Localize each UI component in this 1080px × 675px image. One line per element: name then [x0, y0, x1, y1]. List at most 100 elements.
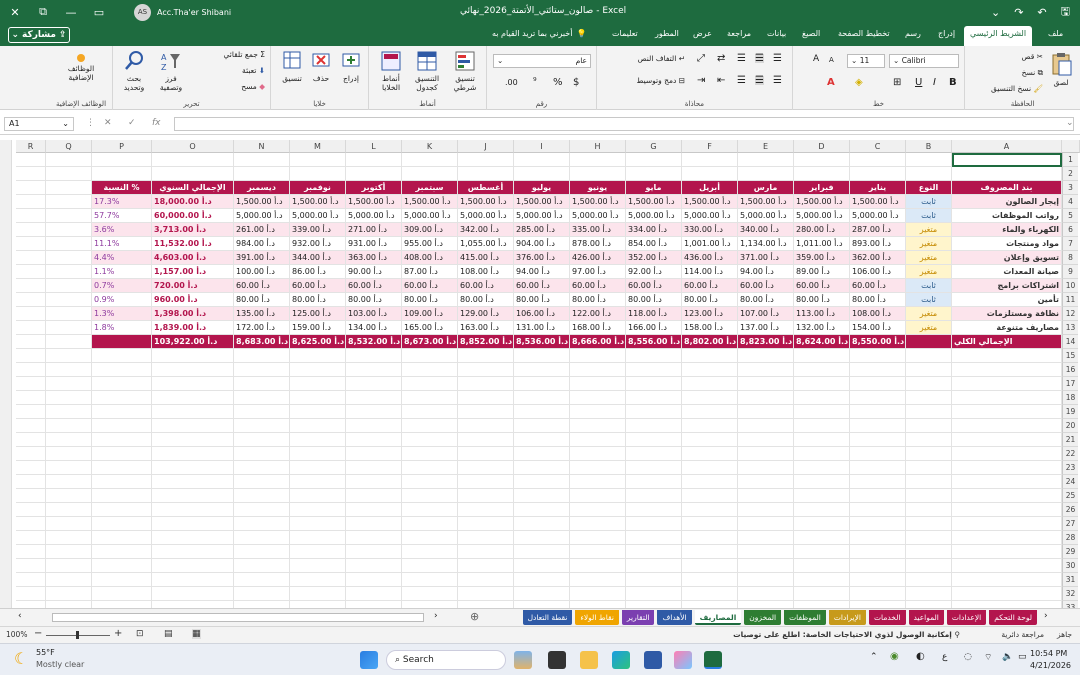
type-badge[interactable]: متغير	[906, 265, 952, 279]
cell[interactable]	[16, 419, 46, 433]
cell[interactable]	[92, 153, 152, 167]
cell[interactable]	[514, 391, 570, 405]
cell[interactable]	[570, 475, 626, 489]
cell[interactable]	[570, 545, 626, 559]
cell[interactable]	[290, 461, 346, 475]
data-cell[interactable]: 80.00 د.أ	[458, 293, 514, 307]
sheet-tab[interactable]: الخدمات	[868, 610, 906, 625]
data-cell[interactable]: 80.00 د.أ	[290, 293, 346, 307]
total-cell[interactable]: 8,550.00 د.أ	[850, 335, 906, 349]
cell[interactable]	[850, 601, 906, 608]
cell[interactable]	[290, 377, 346, 391]
paste-button[interactable]: لصق	[1045, 52, 1077, 87]
data-cell[interactable]: 335.00 د.أ	[570, 223, 626, 237]
cell[interactable]	[346, 489, 402, 503]
percent-button[interactable]: %	[553, 78, 563, 88]
data-cell[interactable]: 135.00 د.أ	[234, 307, 290, 321]
cell[interactable]	[626, 153, 682, 167]
column-header-j[interactable]: J	[458, 140, 514, 153]
cell[interactable]	[906, 545, 952, 559]
cell[interactable]	[738, 559, 794, 573]
cell[interactable]	[234, 461, 290, 475]
cell[interactable]	[346, 447, 402, 461]
data-cell[interactable]: 108.00 د.أ	[458, 265, 514, 279]
cell[interactable]	[738, 475, 794, 489]
store-icon[interactable]	[644, 651, 662, 669]
cell[interactable]	[906, 601, 952, 608]
cell[interactable]	[794, 391, 850, 405]
column-header-n[interactable]: N	[234, 140, 290, 153]
cell[interactable]	[458, 419, 514, 433]
cell[interactable]	[346, 153, 402, 167]
row-header[interactable]: 7	[1062, 237, 1078, 251]
cell[interactable]	[346, 587, 402, 601]
cell[interactable]	[794, 559, 850, 573]
annual-total-cell[interactable]: 11,532.00 د.أ	[152, 237, 234, 251]
cell[interactable]	[570, 573, 626, 587]
cell[interactable]	[346, 573, 402, 587]
annual-total-cell[interactable]: 960.00 د.أ	[152, 293, 234, 307]
cell[interactable]	[738, 433, 794, 447]
type-badge[interactable]: متغير	[906, 321, 952, 335]
cell[interactable]	[16, 475, 46, 489]
cell[interactable]	[906, 419, 952, 433]
column-header-c[interactable]: C	[850, 140, 906, 153]
data-cell[interactable]: 154.00 د.أ	[850, 321, 906, 335]
data-cell[interactable]: 5,000.00 د.أ	[514, 209, 570, 223]
data-cell[interactable]: 172.00 د.أ	[234, 321, 290, 335]
add-sheet-icon[interactable]: ⊕	[470, 610, 479, 623]
cell[interactable]	[850, 349, 906, 363]
category-cell[interactable]: رواتب الموظفات	[952, 209, 1062, 223]
cell[interactable]	[514, 153, 570, 167]
cell[interactable]	[234, 531, 290, 545]
data-cell[interactable]: 904.00 د.أ	[514, 237, 570, 251]
data-cell[interactable]: 344.00 د.أ	[290, 251, 346, 265]
cell[interactable]	[46, 321, 92, 335]
sheet-tab[interactable]: نقاط الولاء	[575, 610, 619, 625]
cell[interactable]	[92, 531, 152, 545]
cell[interactable]	[92, 419, 152, 433]
table-header-cell[interactable]: أغسطس	[458, 181, 514, 195]
cell[interactable]	[906, 349, 952, 363]
data-cell[interactable]: 5,000.00 د.أ	[234, 209, 290, 223]
cell[interactable]	[152, 531, 234, 545]
row-header[interactable]: 22	[1062, 447, 1078, 461]
cell[interactable]	[290, 405, 346, 419]
comments-icon[interactable]: ▭	[92, 6, 106, 19]
data-cell[interactable]: 60.00 د.أ	[850, 279, 906, 293]
cell[interactable]	[794, 419, 850, 433]
cell[interactable]	[92, 377, 152, 391]
enter-icon[interactable]: ✓	[128, 118, 136, 128]
data-cell[interactable]: 60.00 د.أ	[794, 279, 850, 293]
table-header-cell[interactable]: سبتمبر	[402, 181, 458, 195]
copilot-tray-icon[interactable]: ◐	[916, 651, 925, 662]
row-header[interactable]: 9	[1062, 265, 1078, 279]
data-cell[interactable]: 80.00 د.أ	[850, 293, 906, 307]
data-cell[interactable]: 131.00 د.أ	[514, 321, 570, 335]
cell[interactable]	[514, 447, 570, 461]
data-cell[interactable]: 118.00 د.أ	[626, 307, 682, 321]
tab-data[interactable]: بيانات	[767, 29, 786, 38]
data-cell[interactable]: 129.00 د.أ	[458, 307, 514, 321]
cell[interactable]	[682, 405, 738, 419]
row-header[interactable]: 8	[1062, 251, 1078, 265]
circular-reference-status[interactable]: مراجعة دائرية	[1001, 630, 1044, 639]
wifi-icon[interactable]: ⌔	[984, 652, 992, 663]
row-header[interactable]: 27	[1062, 517, 1078, 531]
cell[interactable]	[626, 531, 682, 545]
cell[interactable]	[626, 475, 682, 489]
cell[interactable]	[850, 461, 906, 475]
data-cell[interactable]: 60.00 د.أ	[682, 279, 738, 293]
data-cell[interactable]: 5,000.00 د.أ	[682, 209, 738, 223]
cell[interactable]	[850, 545, 906, 559]
cell[interactable]	[626, 489, 682, 503]
cell[interactable]	[402, 433, 458, 447]
cell[interactable]	[92, 475, 152, 489]
data-cell[interactable]: 287.00 د.أ	[850, 223, 906, 237]
cell[interactable]	[514, 587, 570, 601]
font-size-select[interactable]: ⌄ 11	[847, 54, 885, 68]
cell[interactable]	[46, 531, 92, 545]
data-cell[interactable]: 1,500.00 د.أ	[234, 195, 290, 209]
cell[interactable]	[952, 601, 1062, 608]
cell[interactable]	[906, 517, 952, 531]
